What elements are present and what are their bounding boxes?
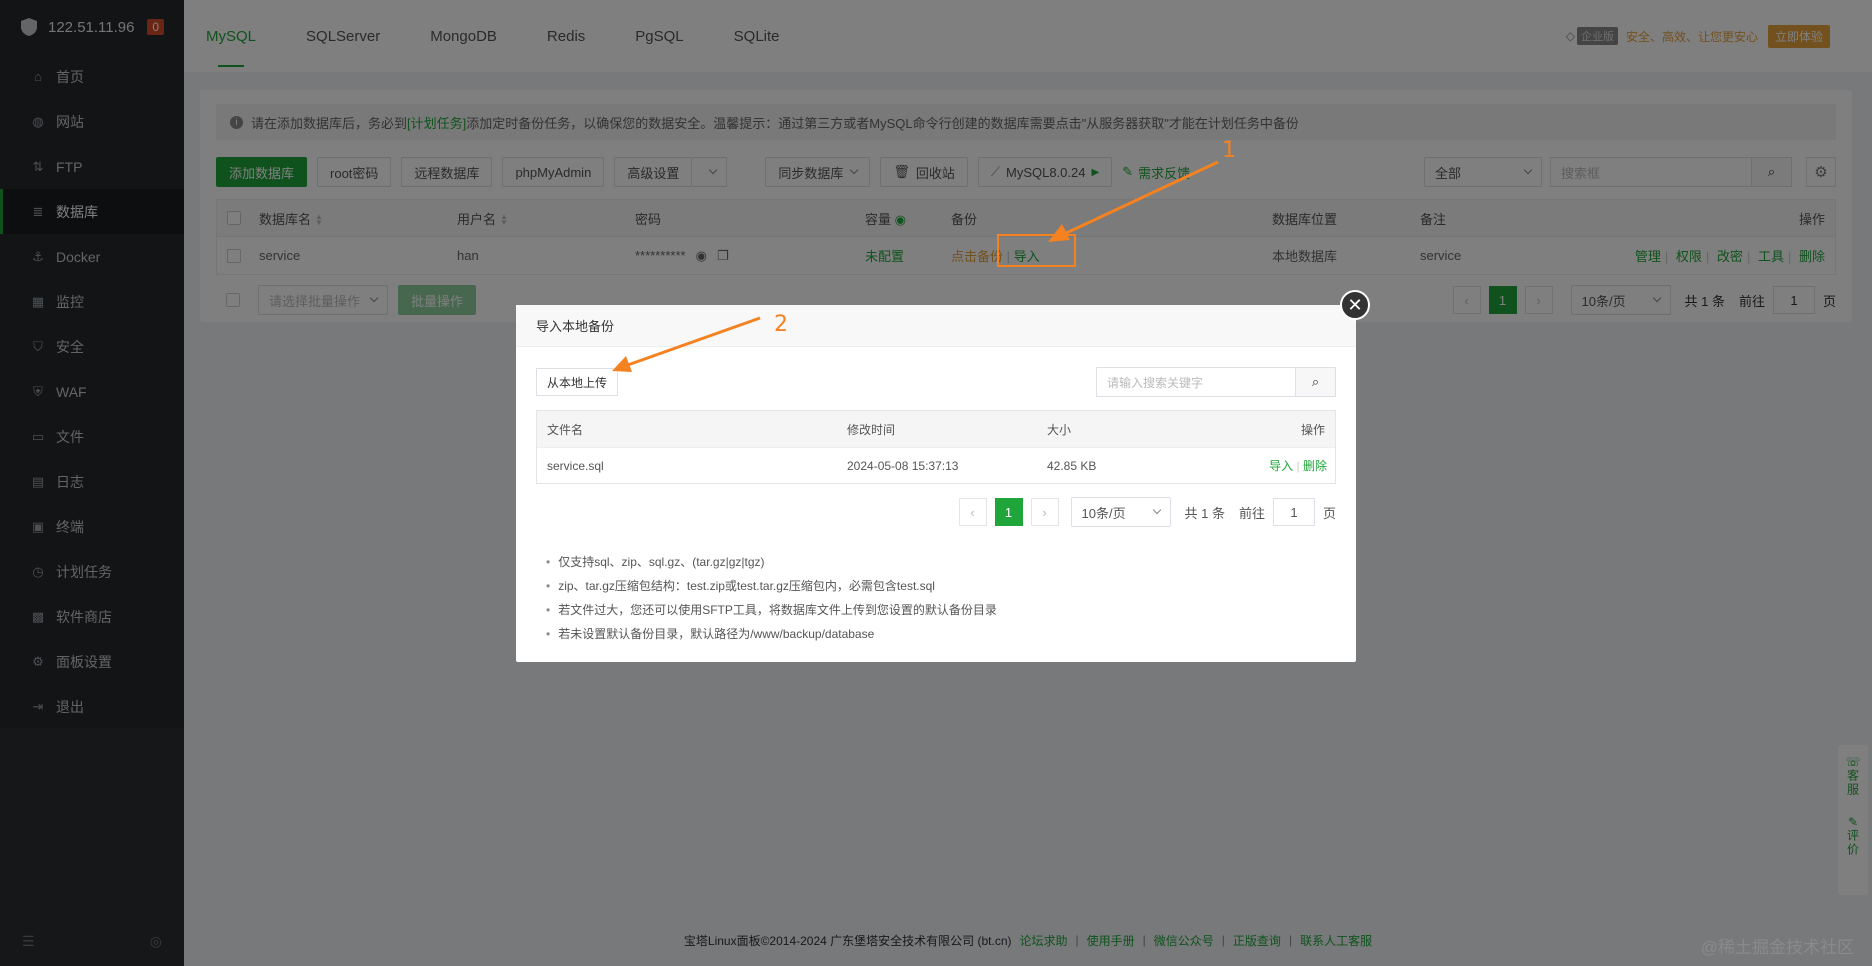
modal-pagination: ‹ 1 › 10条/页 共 1 条 前往 1 页 bbox=[958, 497, 1336, 527]
modal-title: 导入本地备份 bbox=[516, 305, 1356, 347]
watermark: @稀土掘金技术社区 bbox=[1700, 938, 1854, 957]
col-mtime: 修改时间 bbox=[847, 422, 896, 437]
modal-search-input[interactable]: 请输入搜索关键字 bbox=[1097, 368, 1295, 396]
per-page-value: 10条/页 bbox=[1081, 505, 1126, 521]
table-row: service.sql 2024-05-08 15:37:13 42.85 KB… bbox=[537, 447, 1335, 483]
page-unit: 页 bbox=[1322, 505, 1336, 521]
file-size: 42.85 KB bbox=[1047, 458, 1097, 473]
per-page-select[interactable]: 10条/页 bbox=[1070, 497, 1171, 527]
import-file-link[interactable]: 导入 bbox=[1269, 459, 1293, 473]
col-ops: 操作 bbox=[1300, 422, 1325, 437]
close-icon[interactable]: ✕ bbox=[1340, 290, 1370, 320]
search-icon[interactable]: ⌕ bbox=[1295, 368, 1335, 396]
note-item: 仅支持sql、zip、sql.gz、(tar.gz|gz|tgz) bbox=[546, 550, 997, 574]
delete-file-link[interactable]: 删除 bbox=[1303, 459, 1327, 473]
file-mtime: 2024-05-08 15:37:13 bbox=[847, 458, 959, 473]
note-item: 若文件过大，您还可以使用SFTP工具，将数据库文件上传到您设置的默认备份目录 bbox=[546, 598, 997, 622]
file-name: service.sql bbox=[547, 458, 604, 473]
file-table-header: 文件名 修改时间 大小 操作 bbox=[537, 411, 1335, 447]
modal-search: 请输入搜索关键字 ⌕ bbox=[1096, 367, 1336, 397]
file-actions: 导入 | 删除 bbox=[1269, 457, 1327, 474]
total-count: 共 1 条 bbox=[1184, 505, 1225, 521]
note-item: 若未设置默认备份目录，默认路径为/www/backup/database bbox=[546, 622, 997, 646]
import-backup-modal: 导入本地备份 从本地上传 请输入搜索关键字 ⌕ 文件名 修改时间 大小 操作 s… bbox=[516, 305, 1356, 662]
next-page-button[interactable]: › bbox=[1030, 498, 1059, 526]
goto-label: 前往 bbox=[1238, 505, 1265, 521]
backup-file-table: 文件名 修改时间 大小 操作 service.sql 2024-05-08 15… bbox=[536, 410, 1336, 484]
upload-local-button[interactable]: 从本地上传 bbox=[536, 368, 619, 396]
col-size: 大小 bbox=[1047, 422, 1072, 437]
page-input[interactable]: 1 bbox=[1272, 498, 1315, 526]
prev-page-button[interactable]: ‹ bbox=[958, 498, 987, 526]
current-page[interactable]: 1 bbox=[994, 498, 1023, 526]
note-item: zip、tar.gz压缩包结构：test.zip或test.tar.gz压缩包内… bbox=[546, 574, 997, 598]
col-filename: 文件名 bbox=[547, 422, 584, 437]
import-notes: 仅支持sql、zip、sql.gz、(tar.gz|gz|tgz) zip、ta… bbox=[546, 550, 997, 646]
chevron-down-icon bbox=[1152, 505, 1161, 515]
